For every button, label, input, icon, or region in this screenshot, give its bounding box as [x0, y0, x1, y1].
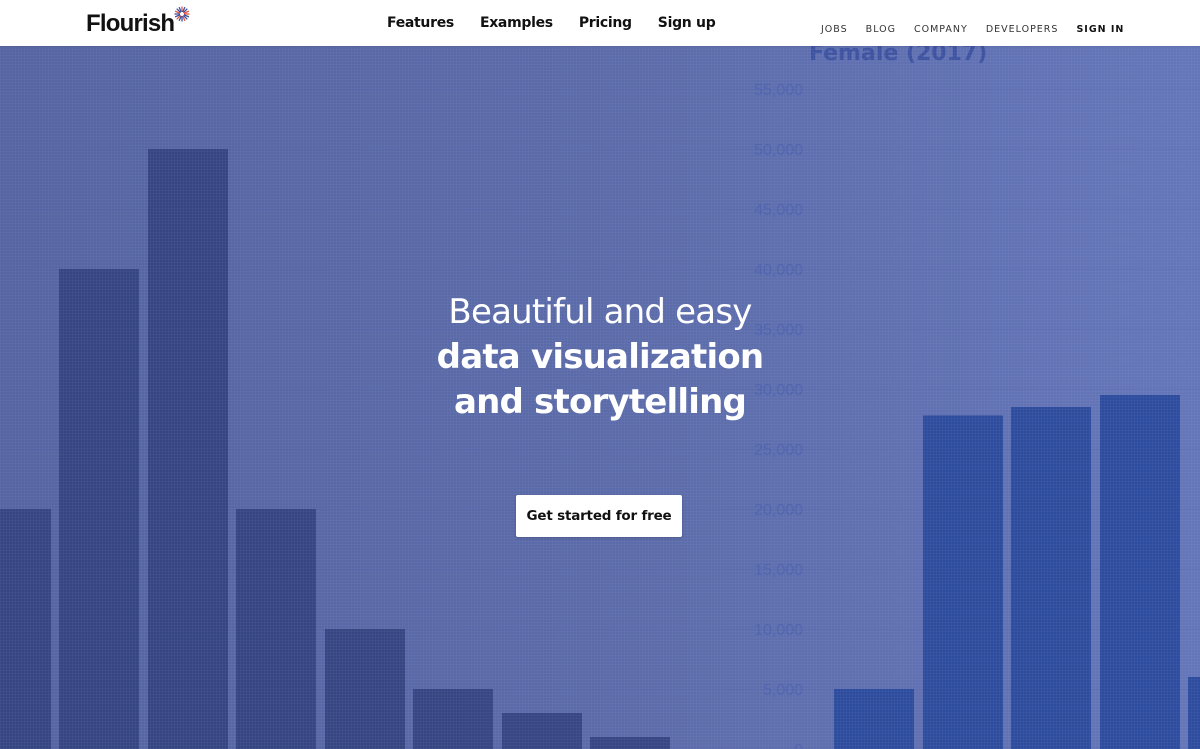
flourish-logo[interactable]: Flourish [86, 6, 190, 38]
y-tick-label: 40,000 [754, 262, 803, 279]
y-tick-label: 0 [794, 742, 803, 749]
left-chart-bar [413, 689, 493, 749]
nav-link-examples[interactable]: Examples [467, 15, 566, 31]
util-link-developers[interactable]: DEVELOPERS [986, 24, 1059, 35]
right-chart-bar [1011, 407, 1091, 749]
left-chart-bar [325, 629, 405, 749]
left-chart-bar [0, 509, 51, 749]
logo-text: Flourish [86, 10, 175, 37]
nav-link-sign-up[interactable]: Sign up [645, 15, 729, 31]
util-link-company[interactable]: COMPANY [914, 24, 968, 35]
headline-line-1: Beautiful and easy [448, 292, 752, 332]
right-chart-bar [1100, 395, 1180, 749]
util-link-blog[interactable]: BLOG [866, 24, 896, 35]
utility-nav: JOBS BLOG COMPANY DEVELOPERS SIGN IN [812, 0, 1133, 58]
right-chart-bar [834, 689, 914, 749]
nav-link-pricing[interactable]: Pricing [566, 15, 645, 31]
util-link-jobs[interactable]: JOBS [821, 24, 848, 35]
left-chart-bar [590, 737, 670, 749]
right-chart-bar [923, 415, 1003, 749]
sign-in-link[interactable]: SIGN IN [1076, 24, 1124, 35]
y-tick-label: 5,000 [763, 682, 803, 699]
y-tick-label: 55,000 [754, 82, 803, 99]
headline-line-3: and storytelling [453, 382, 747, 422]
y-tick-label: 20,000 [754, 502, 803, 519]
logo-burst-icon [174, 6, 190, 22]
y-tick-label: 10,000 [754, 622, 803, 639]
y-tick-label: 45,000 [754, 202, 803, 219]
y-tick-label: 25,000 [754, 442, 803, 459]
headline-line-2: data visualization [436, 337, 764, 377]
y-tick-label: 50,000 [754, 142, 803, 159]
left-chart-bar [148, 149, 228, 749]
get-started-button[interactable]: Get started for free [516, 495, 682, 537]
top-nav: Flourish Features Examples Pricing Sign … [0, 0, 1200, 46]
nav-link-features[interactable]: Features [374, 15, 467, 31]
y-tick-label: 15,000 [754, 562, 803, 579]
right-chart-bar [1188, 677, 1200, 749]
left-chart-bar [502, 713, 582, 749]
left-chart-bar [236, 509, 316, 749]
hero-headline: Beautiful and easy data visualization an… [0, 289, 1200, 425]
main-nav: Features Examples Pricing Sign up [374, 0, 728, 46]
